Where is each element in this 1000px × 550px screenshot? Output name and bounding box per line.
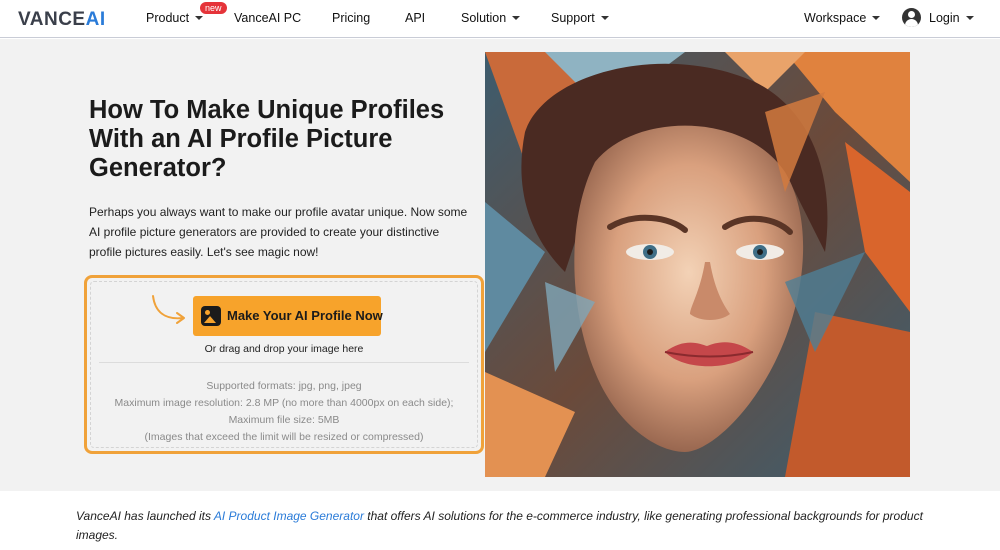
upload-dropzone[interactable]: Make Your AI Profile Now Or drag and dro…	[84, 275, 484, 454]
divider	[99, 362, 469, 363]
hero-description: Perhaps you always want to make our prof…	[89, 205, 468, 259]
page-title: How To Make Unique Profiles With an AI P…	[89, 96, 445, 182]
limit-note: (Images that exceed the limit will be re…	[144, 431, 424, 443]
drag-drop-hint: Or drag and drop your image here	[204, 343, 364, 355]
chevron-down-icon	[872, 16, 881, 20]
nav-support[interactable]: Support	[551, 11, 609, 25]
ai-portrait-image	[485, 52, 910, 477]
new-badge: new	[200, 2, 227, 14]
curved-arrow-icon	[152, 295, 185, 324]
announcement-text: VanceAI has launched its AI Product Imag…	[76, 509, 923, 542]
nav-product[interactable]: Product	[146, 11, 204, 25]
button-label: Make Your AI Profile Now	[227, 308, 383, 323]
chevron-down-icon	[965, 16, 974, 20]
nav-login[interactable]: Login	[929, 11, 974, 25]
supported-formats: Supported formats: jpg, png, jpeg	[206, 380, 362, 392]
top-navigation: VANCEAI Product new VanceAI PC Pricing A…	[0, 0, 1000, 38]
nav-solution[interactable]: Solution	[461, 11, 521, 25]
nav-api[interactable]: API	[405, 11, 425, 25]
vanceai-logo[interactable]: VANCEAI	[18, 9, 106, 31]
upload-requirements: Supported formats: jpg, png, jpeg Maximu…	[97, 378, 471, 446]
image-icon	[201, 306, 221, 326]
make-ai-profile-button[interactable]: Make Your AI Profile Now	[193, 296, 383, 336]
chevron-down-icon	[600, 16, 609, 20]
dropzone-dashed-area: Make Your AI Profile Now Or drag and dro…	[90, 281, 478, 448]
nav-workspace[interactable]: Workspace	[804, 11, 881, 25]
hero-section: How To Make Unique Profiles With an AI P…	[0, 39, 1000, 491]
nav-vanceai-pc[interactable]: VanceAI PC	[234, 11, 301, 25]
chevron-down-icon	[195, 16, 204, 20]
max-resolution: Maximum image resolution: 2.8 MP (no mor…	[114, 397, 454, 426]
chevron-down-icon	[512, 16, 521, 20]
user-icon[interactable]	[902, 8, 921, 27]
nav-pricing[interactable]: Pricing	[332, 11, 370, 25]
ai-product-image-generator-link[interactable]: AI Product Image Generator	[214, 509, 364, 523]
